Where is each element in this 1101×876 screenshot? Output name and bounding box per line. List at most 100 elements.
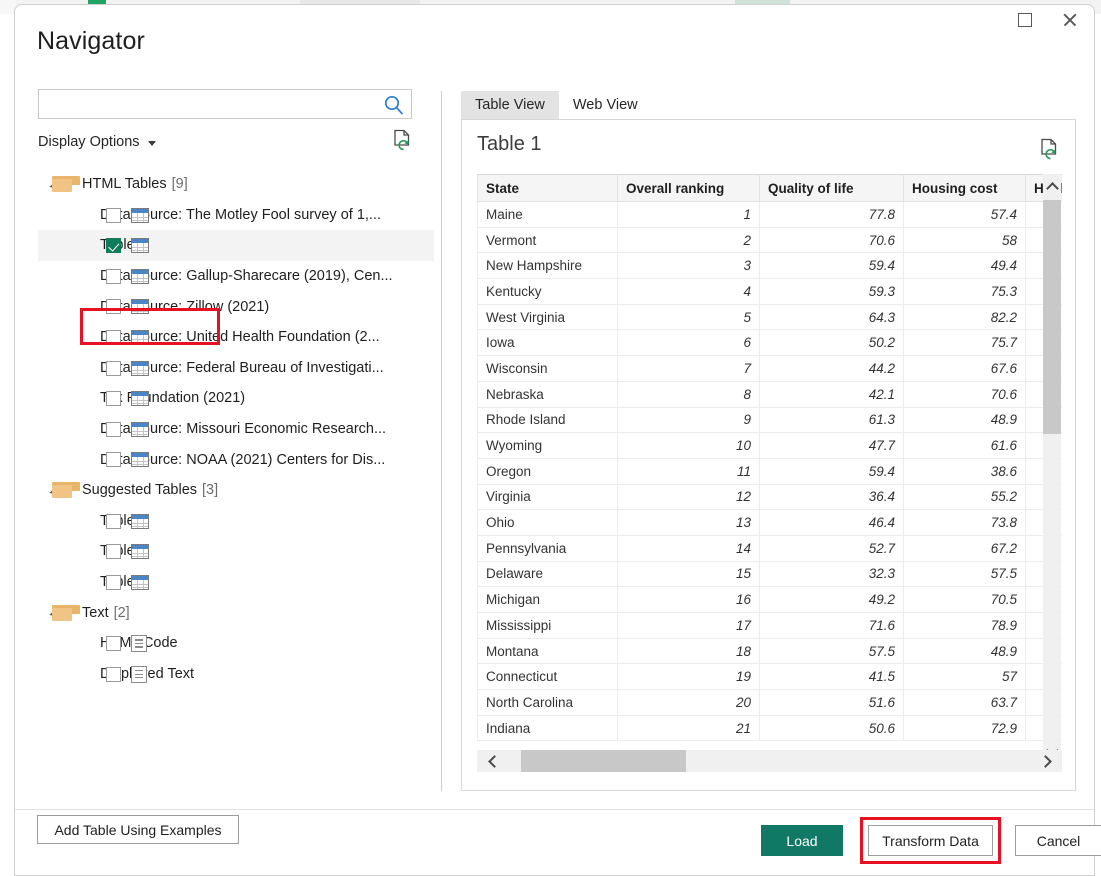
tree-item[interactable]: Displayed Text xyxy=(38,659,434,690)
table-row[interactable]: Kentucky 4 59.3 75.3 xyxy=(477,278,1062,305)
column-header[interactable]: Quality of life xyxy=(759,174,904,202)
refresh-document-icon[interactable] xyxy=(1039,138,1061,162)
tree-item-checkbox[interactable] xyxy=(106,299,121,315)
tree-group-label: Text xyxy=(82,604,109,621)
cancel-button[interactable]: Cancel xyxy=(1015,825,1101,856)
table-row[interactable]: West Virginia 5 64.3 82.2 xyxy=(477,303,1062,331)
table-row[interactable]: Indiana 21 50.6 72.9 xyxy=(477,714,1062,742)
scroll-left-button[interactable] xyxy=(479,750,505,772)
table-row[interactable]: Montana 18 57.5 48.9 xyxy=(477,637,1062,665)
tree-item[interactable]: Table 2 xyxy=(38,506,434,537)
scroll-right-button[interactable] xyxy=(1034,750,1060,772)
refresh-document-icon[interactable] xyxy=(392,129,414,153)
tree-group-label: HTML Tables xyxy=(82,176,167,193)
table-row[interactable]: Wyoming 10 47.7 61.6 xyxy=(477,432,1062,459)
column-header[interactable]: State xyxy=(477,174,618,202)
tree-item[interactable]: Table 1 xyxy=(38,230,434,261)
table-row[interactable]: Connecticut 19 41.5 57 xyxy=(477,663,1062,691)
tab-table-view[interactable]: Table View xyxy=(461,91,559,119)
maximize-button[interactable] xyxy=(1002,5,1047,35)
source-tree[interactable]: HTML Tables [9] Data source: The Motley Fo… xyxy=(38,169,434,689)
tree-item[interactable]: HTML Code xyxy=(38,628,434,659)
horizontal-scroll-thumb[interactable] xyxy=(521,750,686,772)
table-row[interactable]: Nebraska 8 42.1 70.6 xyxy=(477,380,1062,408)
table-icon xyxy=(131,421,149,437)
tree-item[interactable]: Data source: Gallup-Sharecare (2019), Ce… xyxy=(38,261,434,292)
grid-vertical-scrollbar[interactable] xyxy=(1043,174,1061,764)
table-row[interactable]: Oregon 11 59.4 38.6 xyxy=(477,457,1062,485)
tree-item[interactable]: Table 4 xyxy=(38,567,434,598)
table-icon xyxy=(131,207,149,223)
tree-item[interactable]: Tax Foundation (2021) xyxy=(38,383,434,414)
table-row[interactable]: Pennsylvania 14 52.7 67.2 xyxy=(477,534,1062,562)
table-row[interactable]: Rhode Island 9 61.3 48.9 xyxy=(477,406,1062,434)
column-header[interactable]: Overall ranking xyxy=(617,174,760,202)
scroll-up-button[interactable] xyxy=(1043,176,1061,196)
tree-item[interactable]: Data source: Federal Bureau of Investiga… xyxy=(38,353,434,384)
load-button[interactable]: Load xyxy=(761,825,843,856)
table-row[interactable]: Mississippi 17 71.6 78.9 xyxy=(477,612,1062,639)
table-row[interactable]: Wisconsin 7 44.2 67.6 xyxy=(477,355,1062,382)
table-row[interactable]: Virginia 12 36.4 55.2 xyxy=(477,483,1062,511)
tree-item[interactable]: Data source: The Motley Fool survey of 1… xyxy=(38,200,434,231)
add-table-using-examples-button[interactable]: Add Table Using Examples xyxy=(37,815,239,844)
table-icon xyxy=(131,360,149,376)
tree-item-checkbox[interactable] xyxy=(106,635,121,651)
table-row[interactable]: Iowa 6 50.2 75.7 xyxy=(477,329,1062,357)
tree-item[interactable]: Data source: United Health Foundation (2… xyxy=(38,322,434,353)
tree-item-checkbox[interactable] xyxy=(106,207,121,223)
tree-group-label: Suggested Tables xyxy=(82,482,198,499)
table-view-panel: Table 1 State Overall ranking Quality of l… xyxy=(461,119,1076,791)
tree-item-checkbox[interactable] xyxy=(106,544,121,560)
table-row[interactable]: Michigan 16 49.2 70.5 xyxy=(477,586,1062,613)
navigator-dialog-screen: Navigator Display Options HTML Tables [9… xyxy=(0,0,1101,876)
table-cell: 9 xyxy=(617,406,760,434)
tree-item-checkbox[interactable] xyxy=(106,421,121,437)
table-row[interactable]: New Hampshire 3 59.4 49.4 xyxy=(477,252,1062,280)
tree-item-checkbox[interactable] xyxy=(106,513,121,529)
table-row[interactable]: Ohio 13 46.4 73.8 xyxy=(477,509,1062,536)
table-cell: West Virginia xyxy=(477,303,618,331)
tree-item[interactable]: Data source: Missouri Economic Research.… xyxy=(38,414,434,445)
tree-item-checkbox[interactable] xyxy=(106,268,121,284)
tree-group-suggested-tables[interactable]: Suggested Tables [3] xyxy=(38,475,434,506)
table-cell: 1 xyxy=(617,201,760,228)
tree-item-checkbox[interactable] xyxy=(106,360,121,376)
table-row[interactable]: Vermont 2 70.6 58 xyxy=(477,226,1062,254)
tree-item-checkbox[interactable] xyxy=(106,329,121,345)
search-input[interactable] xyxy=(45,90,375,118)
tab-web-view[interactable]: Web View xyxy=(559,91,652,119)
table-icon xyxy=(131,574,149,590)
preview-tabs[interactable]: Table View Web View xyxy=(461,91,652,119)
tree-group-text[interactable]: Text [2] xyxy=(38,597,434,628)
transform-data-button[interactable]: Transform Data xyxy=(868,825,993,856)
tree-item-checkbox[interactable] xyxy=(106,238,121,254)
close-button[interactable] xyxy=(1047,5,1092,35)
search-box[interactable] xyxy=(38,89,412,119)
display-options-dropdown[interactable]: Display Options xyxy=(38,134,156,150)
tree-item-checkbox[interactable] xyxy=(106,391,121,407)
table-cell: 16 xyxy=(617,586,760,613)
tree-group-html-tables[interactable]: HTML Tables [9] xyxy=(38,169,434,200)
tree-item-checkbox[interactable] xyxy=(106,452,121,468)
chevron-up-icon xyxy=(1045,181,1059,195)
tree-item-checkbox[interactable] xyxy=(106,666,121,682)
tree-item[interactable]: Data source: NOAA (2021) Centers for Dis… xyxy=(38,444,434,475)
table-row[interactable]: Delaware 15 32.3 57.5 xyxy=(477,560,1062,588)
table-row[interactable]: Maine 1 77.8 57.4 xyxy=(477,201,1062,228)
search-icon[interactable] xyxy=(383,94,405,116)
table-row[interactable]: North Carolina 20 51.6 63.7 xyxy=(477,689,1062,716)
tree-item[interactable]: Table 3 xyxy=(38,536,434,567)
vertical-scroll-thumb[interactable] xyxy=(1043,200,1061,434)
tree-item[interactable]: Data source: Zillow (2021) xyxy=(38,291,434,322)
table-cell: Montana xyxy=(477,637,618,665)
table-cell: Delaware xyxy=(477,560,618,588)
tree-item-label: Tax Foundation (2021) xyxy=(100,390,246,407)
table-cell: Wisconsin xyxy=(477,355,618,382)
data-grid-body: Maine 1 77.8 57.4 Vermont 2 70.6 58 New Hampshir… xyxy=(477,201,1062,742)
data-grid-viewport[interactable]: State Overall ranking Quality of life Housi… xyxy=(477,174,1062,764)
table-cell: Michigan xyxy=(477,586,618,613)
tree-item-checkbox[interactable] xyxy=(106,574,121,590)
column-header[interactable]: Housing cost xyxy=(903,174,1026,202)
grid-horizontal-scrollbar[interactable] xyxy=(477,750,1062,772)
